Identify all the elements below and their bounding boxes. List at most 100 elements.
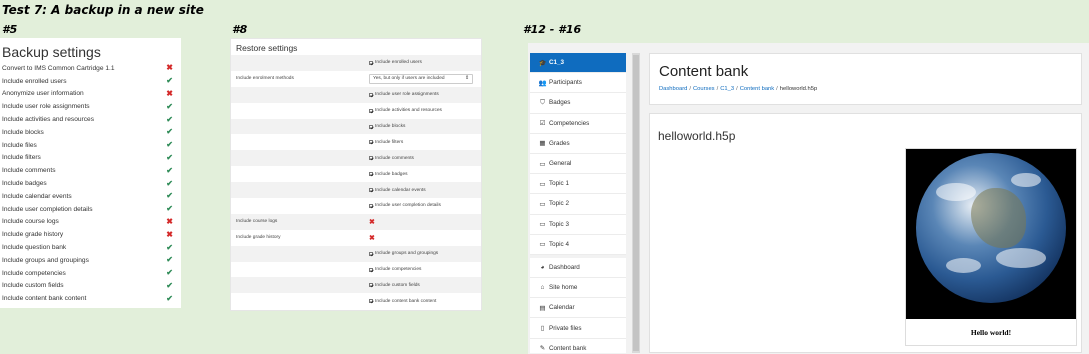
restore-setting-row: Include content bank content — [231, 293, 481, 309]
check-icon: ✔ — [166, 101, 173, 111]
backup-setting-label: Include activities and resources — [2, 116, 94, 124]
checkbox-checked-icon[interactable] — [369, 92, 373, 97]
h5p-content[interactable]: Hello world! — [905, 148, 1077, 346]
nav-item-general[interactable]: ▭ General — [530, 154, 626, 175]
breadcrumb-separator: / — [736, 86, 738, 92]
nav-item-label: Topic 4 — [549, 240, 569, 248]
select-value: Yes, but only if users are included — [373, 76, 445, 82]
page-title: Content bank — [659, 63, 749, 80]
course-navigation-drawer: 🎓 C1_3 👥 Participants ⛉ Badges ☑ Competencies ▦ G… — [530, 53, 626, 353]
content-region: helloworld.h5p Hello world! — [649, 113, 1082, 353]
nav-item-site-home[interactable]: ⌂ Site home — [530, 278, 626, 299]
backup-setting-row: Convert to IMS Common Cartridge 1.1 ✖ — [0, 62, 181, 75]
backup-setting-label: Include calendar events — [2, 192, 72, 200]
nav-item-dashboard[interactable]: ◕ Dashboard — [530, 258, 626, 279]
breadcrumb-link[interactable]: Courses — [693, 86, 715, 92]
checkbox-checked-icon[interactable] — [369, 156, 373, 161]
folder-icon: ▭ — [539, 160, 546, 168]
nav-item-label: Topic 1 — [549, 180, 569, 188]
nav-item-badges[interactable]: ⛉ Badges — [530, 93, 626, 114]
nav-item-label: Dashboard — [549, 263, 580, 271]
section-label-5: #5 — [2, 23, 18, 36]
check-icon: ✔ — [166, 255, 173, 265]
nav-item-label: Calendar — [549, 304, 575, 312]
check-icon: ✔ — [166, 242, 173, 252]
backup-setting-row: Include groups and groupings ✔ — [0, 254, 181, 267]
nav-scrollbar-thumb[interactable] — [633, 55, 639, 351]
enrolment-methods-select[interactable]: Yes, but only if users are included ⇕ — [369, 73, 473, 84]
backup-setting-label: Include user role assignments — [2, 103, 90, 111]
restore-setting-value: Include filters — [369, 140, 481, 145]
breadcrumb-link[interactable]: Content bank — [740, 86, 774, 92]
backup-setting-row: Include question bank ✔ — [0, 241, 181, 254]
section-label-8: #8 — [232, 23, 248, 36]
checkbox-checked-icon[interactable] — [369, 251, 373, 256]
checkbox-checked-icon[interactable] — [369, 140, 373, 145]
checkbox-checked-icon[interactable] — [369, 283, 373, 288]
check-icon: ✔ — [166, 140, 173, 150]
check-icon: ✔ — [166, 280, 173, 290]
nav-item-topic-2[interactable]: ▭ Topic 2 — [530, 194, 626, 215]
restore-setting-value: Include user completion details — [369, 203, 481, 208]
checkbox-label: Include enrolled users — [375, 60, 422, 66]
restore-setting-label: Include grade history — [236, 235, 281, 241]
backup-setting-row: Include activities and resources ✔ — [0, 113, 181, 126]
restore-settings-panel: Restore settings Include enrolled users I… — [230, 38, 482, 311]
checkbox-checked-icon[interactable] — [369, 203, 373, 208]
backup-setting-row: Include user role assignments ✔ — [0, 100, 181, 113]
backup-setting-row: Include custom fields ✔ — [0, 280, 181, 293]
nav-item-content-bank[interactable]: ✎ Content bank — [530, 339, 626, 353]
checkbox-checked-icon[interactable] — [369, 188, 373, 193]
test-title: Test 7: A backup in a new site — [2, 3, 204, 17]
checkbox-label: Include competencies — [375, 267, 422, 273]
restore-setting-value: Include comments — [369, 156, 481, 161]
checkbox-checked-icon[interactable] — [369, 299, 373, 304]
nav-item-topic-4[interactable]: ▭ Topic 4 — [530, 235, 626, 255]
nav-item-private-files[interactable]: ▯ Private files — [530, 318, 626, 339]
cross-icon: ✖ — [166, 88, 173, 98]
breadcrumb: Dashboard / Courses / C1_3/Content bank / hell… — [650, 86, 1081, 92]
restore-setting-value: Include blocks — [369, 124, 481, 129]
checkbox-checked-icon[interactable] — [369, 267, 373, 272]
nav-item-c1-3[interactable]: 🎓 C1_3 — [530, 53, 626, 74]
restore-setting-row: Include filters — [231, 134, 481, 150]
content-title: helloworld.h5p — [658, 129, 736, 143]
backup-setting-label: Include groups and groupings — [2, 256, 89, 264]
restore-setting-value: ✖ — [369, 218, 481, 226]
checkbox-label: Include content bank content — [375, 298, 437, 304]
breadcrumb-link[interactable]: Dashboard — [659, 86, 687, 92]
chevron-down-icon: ⇕ — [464, 76, 469, 82]
checkbox-checked-icon[interactable] — [369, 172, 373, 177]
check-icon: ✔ — [166, 268, 173, 278]
checkbox-checked-icon[interactable] — [369, 124, 373, 129]
nav-item-topic-3[interactable]: ▭ Topic 3 — [530, 215, 626, 235]
section-label-12-16: #12 - #16 — [523, 23, 582, 36]
nav-item-competencies[interactable]: ☑ Competencies — [530, 114, 626, 134]
nav-item-topic-1[interactable]: ▭ Topic 1 — [530, 174, 626, 195]
backup-setting-label: Include question bank — [2, 244, 67, 252]
nav-item-label: Topic 3 — [549, 220, 569, 228]
nav-item-participants[interactable]: 👥 Participants — [530, 73, 626, 94]
backup-setting-label: Include comments — [2, 167, 56, 175]
backup-setting-row: Include content bank content ✔ — [0, 292, 181, 305]
nav-scrollbar[interactable] — [632, 53, 640, 353]
restore-setting-row: Include custom fields — [231, 277, 481, 294]
earth-image — [906, 149, 1076, 319]
cross-icon: ✖ — [369, 234, 375, 242]
restore-setting-row: Include calendar events — [231, 182, 481, 199]
nav-item-calendar[interactable]: ▤ Calendar — [530, 298, 626, 319]
cloud — [936, 183, 976, 201]
earth-globe — [916, 153, 1066, 303]
restore-setting-value: Include enrolled users — [369, 60, 481, 65]
folder-icon: ▭ — [539, 241, 546, 249]
cross-icon: ✖ — [166, 63, 173, 73]
nav-item-label: C1_3 — [549, 59, 565, 67]
breadcrumb-link[interactable]: C1_3 — [720, 86, 734, 92]
checkbox-checked-icon[interactable] — [369, 108, 373, 113]
dashboard-icon: ◕ — [540, 263, 545, 271]
breadcrumb-separator: / — [716, 86, 719, 92]
nav-item-grades[interactable]: ▦ Grades — [530, 134, 626, 154]
breadcrumb-separator: / — [689, 86, 691, 92]
breadcrumb-current: helloworld.h5p — [779, 86, 818, 92]
checkbox-checked-icon[interactable] — [369, 60, 373, 65]
